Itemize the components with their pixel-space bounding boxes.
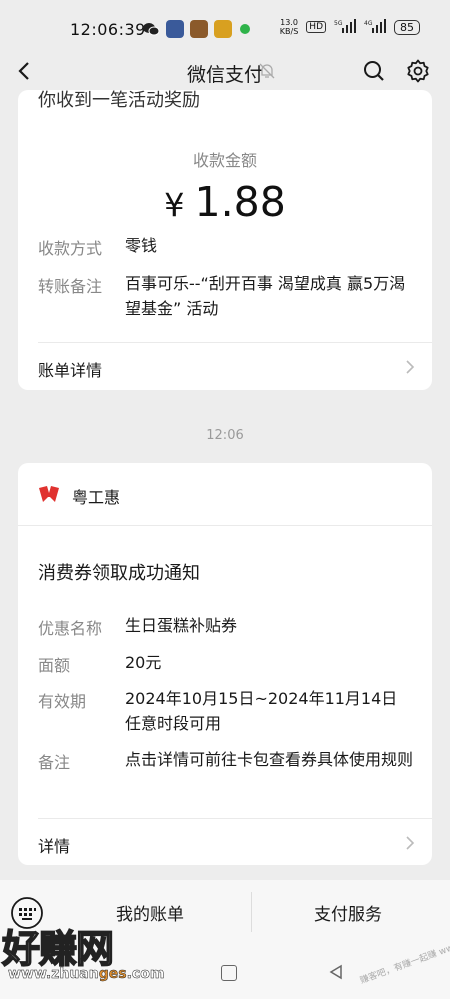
coupon-notification-card[interactable]: 粤工惠 消费券领取成功通知 优惠名称 生日蛋糕补贴券 面额 20元 有效期 20…	[18, 463, 432, 865]
detail-label: 面额	[38, 656, 71, 675]
amount-number: 1.88	[194, 178, 286, 226]
detail-value: 20元	[125, 653, 162, 672]
app-icon-3	[214, 20, 232, 38]
yuegonghui-logo-icon	[38, 485, 60, 503]
status-right: 13.0 KB/S HD 5G 4G 85	[280, 18, 420, 36]
divider	[38, 342, 432, 343]
svg-text:5G: 5G	[334, 20, 343, 27]
detail-value: 百事可乐--“刮开百事 渴望成真 赢5万渴望基金” 活动	[125, 274, 406, 318]
detail-label: 优惠名称	[38, 619, 103, 638]
battery-indicator: 85	[394, 19, 420, 35]
bill-details-link[interactable]: 账单详情	[38, 357, 416, 381]
wechat-icon	[142, 20, 160, 42]
dot-icon	[238, 20, 252, 42]
chevron-right-icon	[404, 835, 416, 851]
hd-badge: HD	[306, 21, 326, 33]
svg-text:4G: 4G	[364, 20, 373, 27]
details-link[interactable]: 详情	[38, 833, 416, 857]
detail-value: 2024年10月15日~2024年11月14日任意时段可用	[125, 689, 398, 733]
notification-icons	[142, 20, 252, 42]
home-nav-icon[interactable]	[221, 965, 237, 981]
detail-label: 备注	[38, 753, 71, 772]
message-timestamp: 12:06	[206, 428, 244, 443]
settings-gear-icon[interactable]	[405, 58, 431, 84]
mute-bell-icon	[258, 62, 276, 80]
net-speed-value: 13.0	[280, 18, 298, 27]
detail-label: 有效期	[38, 692, 87, 711]
details-label: 详情	[38, 837, 71, 856]
signal-icon-1: 5G	[334, 18, 356, 36]
keyboard-icon[interactable]	[10, 896, 44, 930]
search-icon[interactable]	[362, 59, 386, 83]
back-nav-icon[interactable]	[328, 964, 344, 980]
detail-label: 转账备注	[38, 277, 103, 296]
net-speed: 13.0 KB/S	[280, 18, 299, 36]
detail-label: 收款方式	[38, 239, 103, 258]
payment-services-menu[interactable]: 支付服务	[314, 900, 382, 925]
nav-bar: 微信支付	[0, 50, 450, 94]
detail-value: 点击详情可前往卡包查看券具体使用规则	[125, 750, 414, 769]
detail-value: 生日蛋糕补贴券	[125, 616, 238, 635]
amount-label: 收款金额	[192, 151, 257, 170]
reward-title: 你收到一笔活动奖励	[38, 90, 200, 111]
net-speed-unit: KB/S	[279, 27, 299, 36]
menu-divider	[251, 892, 252, 932]
notification-title: 消费券领取成功通知	[38, 563, 200, 584]
my-bills-menu[interactable]: 我的账单	[116, 900, 184, 925]
status-bar: 12:06:39 13.0 KB/S HD 5G 4G 85	[0, 0, 450, 50]
reward-card: 你收到一笔活动奖励 收款金额 ¥1.88 收款方式 零钱 转账备注 百事可乐--…	[18, 90, 432, 390]
bottom-menu: 我的账单 支付服务	[0, 880, 450, 999]
chevron-right-icon	[404, 359, 416, 375]
status-time: 12:06:39	[70, 20, 146, 39]
divider	[18, 525, 432, 526]
divider	[38, 818, 432, 819]
bill-details-label: 账单详情	[38, 361, 103, 380]
detail-value: 零钱	[125, 236, 158, 255]
currency-symbol: ¥	[164, 186, 185, 224]
amount-value: ¥1.88	[18, 178, 432, 226]
signal-icon-2: 4G	[364, 18, 386, 36]
source-name: 粤工惠	[72, 488, 121, 507]
app-icon-2	[190, 20, 208, 38]
app-icon-1	[166, 20, 184, 38]
